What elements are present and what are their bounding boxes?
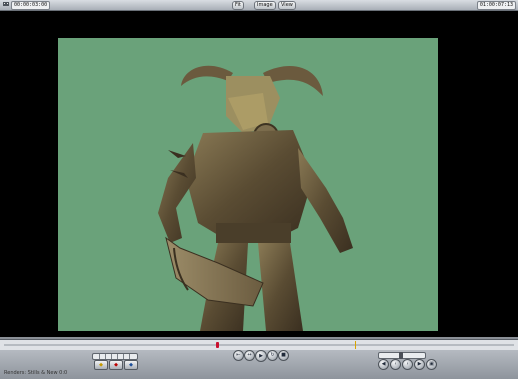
transport-controls: ◆ ◆ ◆ ⇤ ↔ ▶ ↻ ■ ◀ ‹ › ▶ ▣ Renders: Still… <box>0 350 518 379</box>
prev-edit-button[interactable]: ◀ <box>378 359 389 370</box>
timecode-duration[interactable]: 00:00:03:00 <box>11 1 51 10</box>
viewer-title-bar: 00:00:03:00 Fit Image View 01:00:07:13 <box>0 0 518 11</box>
zoom-label: Fit <box>235 2 241 8</box>
next-edit-button[interactable]: ▶ <box>414 359 425 370</box>
mark-in-button[interactable]: ◆ <box>94 360 108 370</box>
step-forward-button[interactable]: › <box>402 359 413 370</box>
image-popup[interactable]: Image <box>254 1 276 10</box>
play-around-button[interactable]: ↔ <box>244 350 255 361</box>
image-label: Image <box>257 2 273 8</box>
viewer-canvas <box>0 11 518 337</box>
mark-clip-button[interactable]: ◆ <box>124 360 138 370</box>
status-text: Renders: Stills & New 0:0 <box>4 370 68 376</box>
step-back-button[interactable]: ‹ <box>390 359 401 370</box>
timecode-current[interactable]: 01:00:07:13 <box>476 1 516 10</box>
creature-figure-image <box>158 65 353 331</box>
loop-icon: ↻ <box>270 352 275 358</box>
film-icon <box>2 0 10 8</box>
match-frame-button[interactable]: ▣ <box>426 359 437 370</box>
next-edit-icon: ▶ <box>417 361 422 367</box>
scrubber-track <box>4 344 514 346</box>
play-button[interactable]: ▶ <box>255 350 267 362</box>
prev-edit-icon: ◀ <box>381 361 386 367</box>
play-around-icon: ↔ <box>247 352 252 358</box>
video-frame <box>58 38 438 331</box>
out-point-marker <box>355 341 356 349</box>
playhead[interactable] <box>216 342 219 348</box>
stop-icon: ■ <box>281 352 286 358</box>
step-back-icon: ‹ <box>394 361 397 367</box>
shuttle-control[interactable] <box>92 353 138 360</box>
mark-in-icon: ◆ <box>99 362 103 368</box>
jog-control[interactable] <box>378 352 426 359</box>
step-forward-icon: › <box>406 361 409 367</box>
view-popup[interactable]: View <box>278 1 296 10</box>
mark-out-button[interactable]: ◆ <box>109 360 123 370</box>
play-icon: ▶ <box>259 352 263 359</box>
stop-button[interactable]: ■ <box>278 350 289 361</box>
match-frame-icon: ▣ <box>429 361 434 367</box>
loop-button[interactable]: ↻ <box>267 350 278 361</box>
mark-out-icon: ◆ <box>114 362 118 368</box>
mark-clip-icon: ◆ <box>129 362 133 368</box>
play-in-to-out-button[interactable]: ⇤ <box>233 350 244 361</box>
zoom-popup[interactable]: Fit <box>232 1 244 10</box>
view-label: View <box>281 2 293 8</box>
play-in-out-icon: ⇤ <box>236 352 241 358</box>
jog-knob[interactable] <box>399 352 403 359</box>
